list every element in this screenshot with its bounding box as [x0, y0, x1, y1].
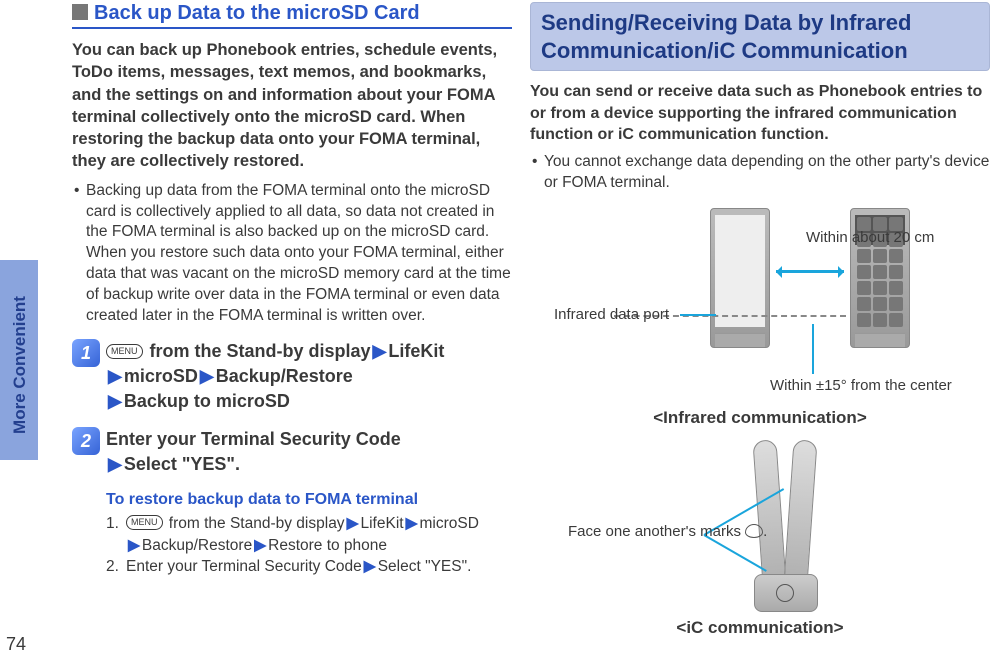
r1-s4: Restore to phone: [268, 537, 387, 554]
face-label-b: .: [763, 523, 767, 540]
step-1-text: from the Stand-by display: [145, 341, 371, 361]
arrow-icon: ▶: [106, 391, 124, 411]
pointer-line-icon: [812, 324, 814, 374]
note-bullet: Backing up data from the FOMA terminal o…: [72, 181, 512, 327]
right-bullet: You cannot exchange data depending on th…: [530, 152, 990, 194]
phone-icon: [710, 208, 770, 348]
r1-s3: Backup/Restore: [142, 537, 252, 554]
step-2: 2 Enter your Terminal Security Code ▶Sel…: [72, 427, 512, 477]
r1-s2: microSD: [420, 515, 479, 532]
step-number-2: 2: [72, 427, 100, 455]
pointer-line-icon: [680, 314, 716, 316]
menu-key-icon: MENU: [126, 515, 163, 530]
left-column: Back up Data to the microSD Card You can…: [72, 2, 512, 578]
page-number: 74: [6, 634, 26, 655]
arrow-icon: ▶: [371, 341, 389, 361]
ic-caption: <iC communication>: [530, 618, 990, 638]
infrared-caption: <Infrared communication>: [530, 408, 990, 428]
intro-paragraph: You can back up Phonebook entries, sched…: [72, 39, 512, 173]
side-tab-label: More Convenient: [10, 285, 30, 445]
right-intro: You can send or receive data such as Pho…: [530, 81, 990, 146]
infrared-illustration: Infrared data port Within about 20 cm Wi…: [530, 200, 990, 430]
heading-text: Back up Data to the microSD Card: [94, 2, 420, 24]
right-column: Sending/Receiving Data by Infrared Commu…: [530, 2, 990, 639]
restore-num-1: 1.: [106, 513, 126, 556]
step-2-seg: Select "YES".: [124, 454, 240, 474]
arrow-icon: ▶: [252, 537, 268, 554]
angle-label: Within ±15° from the center: [770, 376, 952, 396]
r2-s: Select "YES".: [378, 558, 472, 575]
step-1-seg1: LifeKit: [388, 341, 444, 361]
felica-mark-icon: [776, 584, 794, 602]
arrow-icon: ▶: [362, 558, 378, 575]
arrow-icon: ▶: [106, 454, 124, 474]
face-label-a: Face one another's marks: [568, 523, 745, 540]
arrow-icon: ▶: [126, 537, 142, 554]
arrow-icon: ▶: [404, 515, 420, 532]
section-header: Sending/Receiving Data by Infrared Commu…: [530, 2, 990, 71]
step-1-seg4: Backup to microSD: [124, 391, 290, 411]
r1-s1: LifeKit: [360, 515, 403, 532]
restore-steps: 1. MENU from the Stand-by display▶LifeKi…: [106, 513, 512, 578]
step-1: 1 MENU from the Stand-by display▶LifeKit…: [72, 339, 512, 415]
face-mark-label: Face one another's marks .: [568, 522, 767, 542]
step-2-line1: Enter your Terminal Security Code: [106, 429, 401, 449]
r2-a: Enter your Terminal Security Code: [126, 558, 362, 575]
step-1-seg2: microSD: [124, 366, 198, 386]
square-bullet-icon: [72, 4, 88, 20]
restore-subheading: To restore backup data to FOMA terminal: [106, 491, 512, 509]
arrow-icon: ▶: [106, 366, 124, 386]
arrow-icon: ▶: [198, 366, 216, 386]
restore-step-1: 1. MENU from the Stand-by display▶LifeKi…: [106, 513, 512, 556]
step-1-body: MENU from the Stand-by display▶LifeKit ▶…: [106, 339, 512, 415]
step-1-seg3: Backup/Restore: [216, 366, 353, 386]
ic-illustration: Face one another's marks . <iC communica…: [530, 434, 990, 639]
menu-key-icon: MENU: [106, 344, 143, 359]
step-2-body: Enter your Terminal Security Code ▶Selec…: [106, 427, 512, 477]
step-number-1: 1: [72, 339, 100, 367]
restore-step-2: 2. Enter your Terminal Security Code▶Sel…: [106, 556, 512, 578]
r1-a: from the Stand-by display: [165, 515, 345, 532]
side-tab: More Convenient: [0, 260, 38, 460]
heading-backup: Back up Data to the microSD Card: [72, 2, 512, 29]
distance-label: Within about 20 cm: [806, 228, 934, 248]
felica-mark-icon: [745, 524, 763, 538]
restore-num-2: 2.: [106, 556, 126, 578]
arrow-icon: ▶: [345, 515, 361, 532]
ir-port-label: Infrared data port: [554, 306, 669, 323]
double-arrow-icon: [776, 270, 844, 273]
